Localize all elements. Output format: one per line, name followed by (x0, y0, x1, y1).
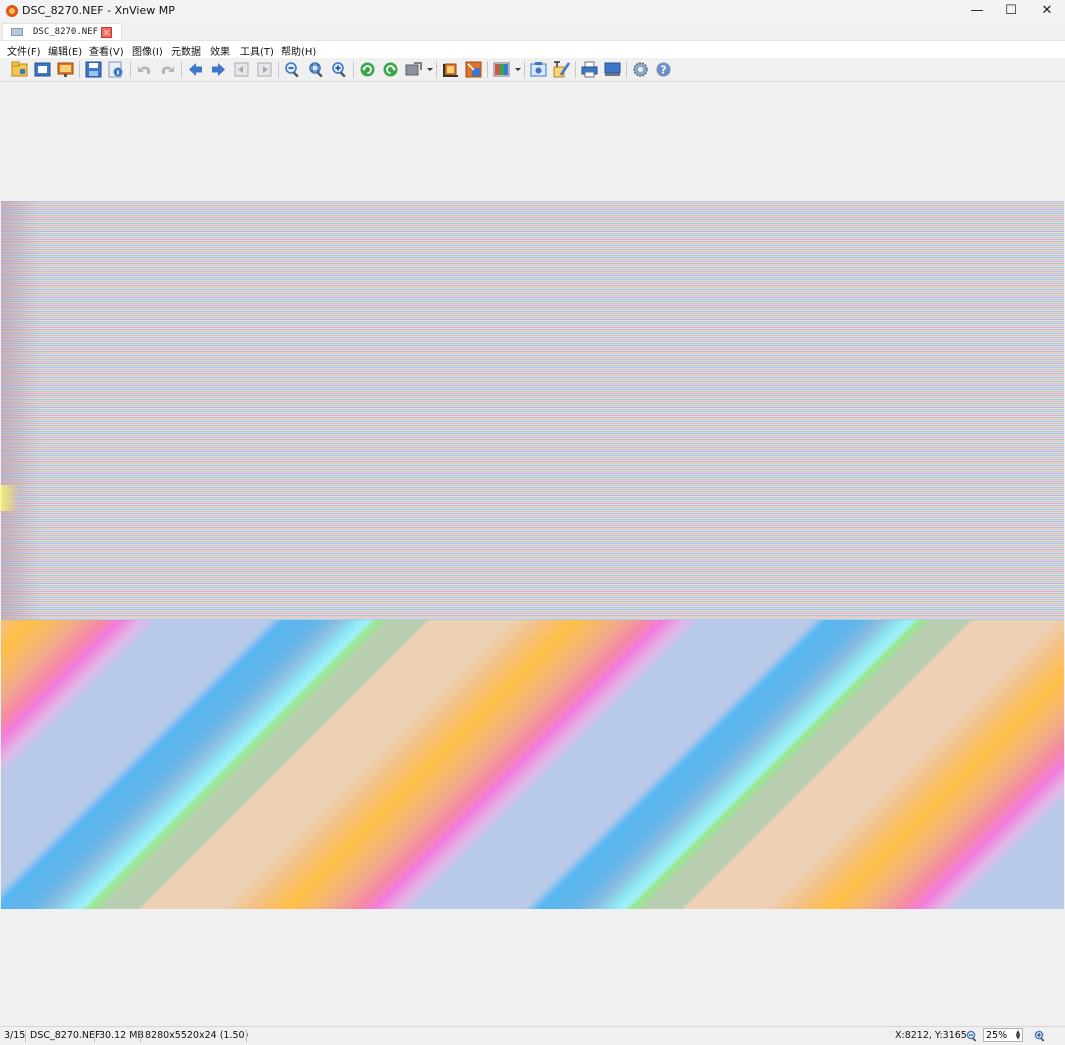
toolbar: ? (0, 58, 1065, 82)
zoom-out-icon[interactable] (284, 61, 301, 78)
svg-text:?: ? (660, 64, 666, 77)
menu-help[interactable]: 帮助(H) (281, 43, 316, 58)
status-dimensions: 8280x5520x24 (1.50) (145, 1030, 249, 1041)
capture-icon[interactable] (530, 61, 547, 78)
close-button[interactable]: ✕ (1030, 0, 1064, 22)
title-bar: DSC_8270.NEF - XnView MP — ☐ ✕ (0, 0, 1065, 22)
slideshow-icon[interactable] (57, 61, 74, 78)
menu-effects[interactable]: 效果 (210, 43, 230, 58)
rotate-right-icon[interactable] (382, 61, 399, 78)
image-stripes-region (1, 620, 1064, 909)
zoom-spinner[interactable]: ▲ ▼ (1015, 1030, 1021, 1041)
menu-file[interactable]: 文件(F) (7, 43, 41, 58)
zoom-value: 25% (986, 1030, 1008, 1041)
previous-icon[interactable] (187, 61, 204, 78)
settings-icon[interactable] (632, 61, 649, 78)
image-left-edge (1, 201, 41, 620)
rotate-left-icon[interactable] (359, 61, 376, 78)
menu-bar: 文件(F) 编辑(E) 查看(V) 图像(I) 元数据 效果 工具(T) 帮助(… (0, 40, 1065, 58)
zoom-input[interactable]: 25% ▲ ▼ (983, 1028, 1023, 1042)
image-noise-region (1, 201, 1064, 620)
image-canvas[interactable] (1, 201, 1064, 909)
undo-icon[interactable] (136, 61, 153, 78)
first-page-icon[interactable] (233, 61, 250, 78)
help-icon[interactable]: ? (655, 61, 672, 78)
image-file-icon (11, 28, 23, 36)
tab-close-button[interactable]: × (101, 27, 112, 38)
next-icon[interactable] (210, 61, 227, 78)
zoom-out-small-icon[interactable] (966, 1030, 978, 1042)
edit-text-icon[interactable] (553, 61, 570, 78)
menu-edit[interactable]: 编辑(E) (48, 43, 82, 58)
save-icon[interactable] (85, 61, 102, 78)
fullscreen-icon[interactable] (34, 61, 51, 78)
transform-icon[interactable] (405, 61, 422, 78)
image-viewer[interactable] (1, 82, 1064, 1026)
menu-tools[interactable]: 工具(T) (240, 43, 274, 58)
tab-label: DSC_8270.NEF (33, 27, 99, 37)
status-index: 3/15 (4, 1030, 26, 1041)
status-bar: 3/15 DSC_8270.NEF 30.12 MB 8280x5520x24 … (0, 1026, 1065, 1045)
print-icon[interactable] (581, 61, 598, 78)
window-title: DSC_8270.NEF - XnView MP (22, 4, 175, 17)
tab-image[interactable]: DSC_8270.NEF × (2, 23, 122, 41)
status-filename: DSC_8270.NEF (30, 1030, 101, 1041)
scanner-icon[interactable] (604, 61, 621, 78)
resize-icon[interactable] (465, 61, 482, 78)
tab-strip: DSC_8270.NEF × (0, 22, 1065, 41)
menu-image[interactable]: 图像(I) (132, 43, 163, 58)
image-yellow-artifact (1, 485, 19, 511)
menu-metadata[interactable]: 元数据 (171, 43, 201, 58)
crop-icon[interactable] (442, 61, 459, 78)
minimize-button[interactable]: — (960, 0, 994, 22)
last-page-icon[interactable] (256, 61, 273, 78)
redo-icon[interactable] (159, 61, 176, 78)
zoom-in-small-icon[interactable] (1034, 1030, 1046, 1042)
status-coordinates: X:8212, Y:3165 (895, 1030, 967, 1041)
browser-icon[interactable] (11, 61, 28, 78)
xnview-logo-icon (6, 5, 18, 17)
menu-view[interactable]: 查看(V) (89, 43, 124, 58)
adjust-colors-icon[interactable] (493, 61, 510, 78)
properties-icon[interactable] (107, 61, 124, 78)
zoom-in-icon[interactable] (331, 61, 348, 78)
maximize-button[interactable]: ☐ (994, 0, 1028, 22)
status-filesize: 30.12 MB (99, 1030, 144, 1041)
zoom-fit-icon[interactable] (308, 61, 325, 78)
